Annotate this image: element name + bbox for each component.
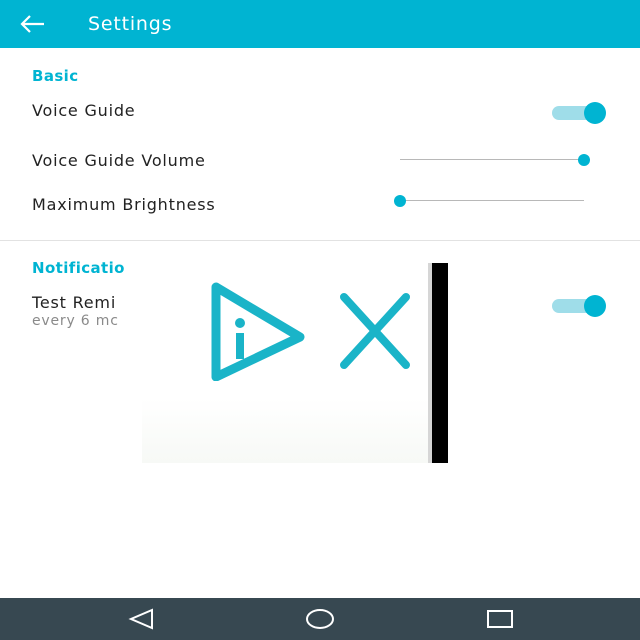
section-divider — [0, 240, 640, 241]
voice-guide-label: Voice Guide — [32, 101, 136, 120]
close-icon — [340, 293, 410, 369]
nav-recents-button[interactable] — [485, 607, 515, 631]
voice-guide-volume-label: Voice Guide Volume — [32, 151, 206, 170]
slider-rail — [400, 200, 584, 201]
ad-border — [432, 263, 448, 463]
ad-overlay — [142, 263, 448, 463]
back-button[interactable] — [20, 0, 68, 48]
maximum-brightness-label: Maximum Brightness — [32, 195, 216, 214]
section-header-basic: Basic — [32, 67, 79, 85]
nav-home-button[interactable] — [305, 607, 335, 631]
ad-close-button[interactable] — [334, 291, 414, 371]
toggle-thumb — [584, 102, 606, 124]
test-reminder-label: Test Remi — [32, 293, 117, 312]
test-reminder-subtitle: every 6 mc — [32, 313, 119, 329]
section-header-notifications: Notificatio — [32, 259, 125, 277]
maximum-brightness-slider[interactable] — [394, 193, 584, 209]
nav-back-button[interactable] — [126, 607, 156, 631]
slider-knob[interactable] — [578, 154, 590, 166]
recents-square-icon — [487, 610, 513, 628]
voice-guide-toggle[interactable] — [550, 101, 606, 125]
back-triangle-icon — [128, 608, 153, 630]
test-reminder-toggle[interactable] — [550, 294, 606, 318]
home-circle-icon — [306, 609, 334, 629]
arrow-left-icon — [20, 15, 44, 33]
ad-background — [142, 398, 432, 463]
slider-rail — [400, 159, 584, 160]
voice-guide-volume-slider[interactable] — [400, 152, 590, 168]
ad-info-button[interactable] — [202, 281, 312, 382]
page-title: Settings — [88, 13, 173, 35]
system-nav-bar — [0, 598, 640, 640]
slider-knob[interactable] — [394, 195, 406, 207]
app-bar: Settings — [0, 0, 640, 48]
toggle-thumb — [584, 295, 606, 317]
ad-info-icon — [211, 282, 305, 382]
